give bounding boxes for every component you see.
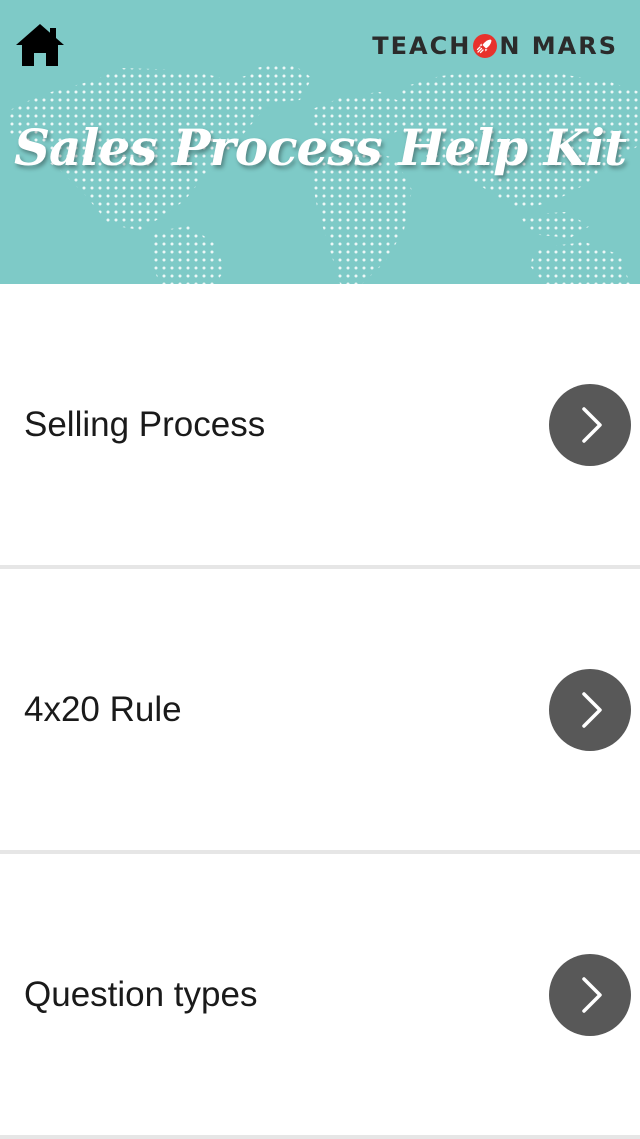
menu-item-selling-process[interactable]: Selling Process xyxy=(0,284,640,569)
chevron-right-button[interactable] xyxy=(549,953,631,1036)
page-title: Sales Process Help Kit xyxy=(13,118,627,177)
home-icon xyxy=(16,24,64,66)
home-button[interactable] xyxy=(14,22,66,68)
chevron-right-button[interactable] xyxy=(549,383,631,466)
chevron-right-icon xyxy=(582,406,602,443)
header-banner: TEACH N MARS Sales Process Help Kit xyxy=(0,0,640,284)
menu-item-label: Question types xyxy=(24,974,258,1014)
brand-text-left: TEACH xyxy=(372,32,472,60)
chevron-right-icon xyxy=(582,691,602,728)
menu-list: Selling Process 4x20 Rule Question types xyxy=(0,284,640,1139)
menu-item-4x20-rule[interactable]: 4x20 Rule xyxy=(0,569,640,854)
brand-text-right: N MARS xyxy=(499,32,618,60)
chevron-right-button[interactable] xyxy=(549,668,631,751)
menu-item-label: 4x20 Rule xyxy=(24,689,182,729)
menu-item-question-types[interactable]: Question types xyxy=(0,854,640,1139)
menu-item-label: Selling Process xyxy=(24,404,266,444)
chevron-right-icon xyxy=(582,976,602,1013)
brand-logo: TEACH N MARS xyxy=(372,30,618,62)
rocket-icon xyxy=(472,33,498,59)
